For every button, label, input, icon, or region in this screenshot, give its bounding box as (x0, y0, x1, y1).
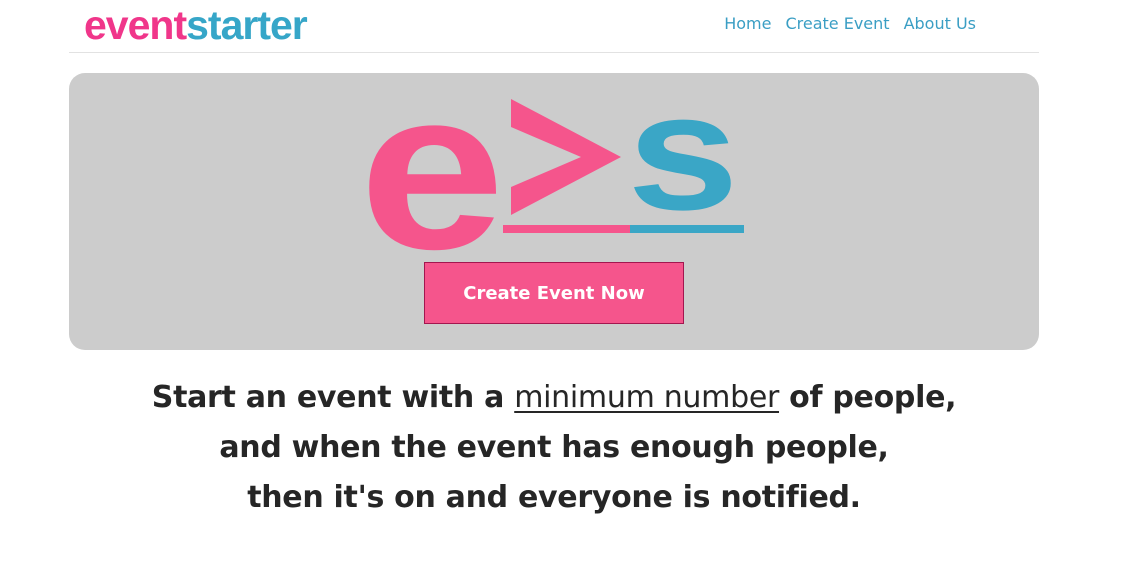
brand-part-starter: starter (186, 2, 308, 48)
tagline-line-1-start: Start an event with a (151, 380, 505, 415)
create-event-now-button[interactable]: Create Event Now (424, 262, 684, 324)
header-divider (69, 52, 1039, 53)
emblem-underline-blue (630, 225, 744, 233)
tagline-line-3: then it's on and everyone is notified. (247, 480, 861, 515)
emblem-greater-than-chevron (511, 99, 621, 215)
emblem-letter-s: s (627, 79, 739, 245)
hero-panel: e s Create Event Now (69, 73, 1039, 350)
main-nav: Home Create Event About Us (724, 14, 976, 34)
brand-part-event: event (84, 2, 187, 48)
tagline-line-1-end: of people, (789, 380, 957, 415)
tagline: Start an event with a minimum number of … (0, 373, 1108, 523)
nav-home-link[interactable]: Home (724, 14, 771, 34)
tagline-emphasis: minimum number (514, 380, 780, 415)
emblem-underline-pink (503, 225, 630, 233)
emblem-letter-e: e (359, 79, 505, 257)
nav-create-event-link[interactable]: Create Event (785, 14, 889, 34)
eventstarter-emblem: e s (359, 79, 744, 257)
tagline-line-2: and when the event has enough people, (219, 430, 889, 465)
tagline-line-1: Start an event with a minimum number of … (0, 373, 1108, 423)
brand-logo-link[interactable]: eventstarter (84, 2, 308, 48)
page: eventstarter Home Create Event About Us … (0, 0, 1127, 579)
nav-about-us-link[interactable]: About Us (904, 14, 976, 34)
